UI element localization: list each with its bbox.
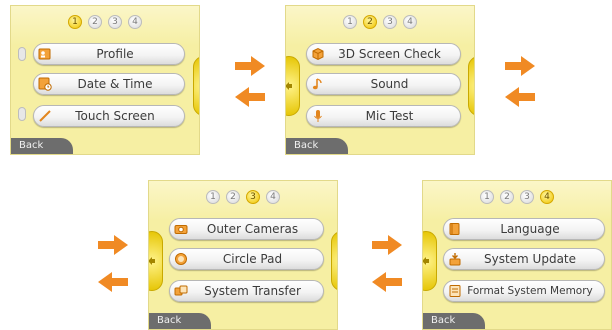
camera-icon — [174, 222, 188, 236]
back-button[interactable]: Back — [11, 138, 73, 154]
settings-screen-page-2: 1 2 3 4 3D Screen Check Sound Mic Test B… — [285, 5, 475, 155]
back-button[interactable]: Back — [286, 138, 348, 154]
profile-label: Profile — [96, 47, 134, 61]
date-time-label: Date & Time — [77, 77, 153, 91]
system-update-label: System Update — [483, 252, 577, 266]
arrow-right-icon — [505, 56, 535, 76]
sound-button[interactable]: Sound — [306, 73, 461, 95]
arrow-left-icon — [286, 82, 292, 90]
clock-icon — [38, 77, 52, 91]
page-dot-2[interactable]: 2 — [500, 190, 514, 204]
page-dot-2[interactable]: 2 — [88, 15, 102, 29]
page-dot-3[interactable]: 3 — [108, 15, 122, 29]
page-dot-1[interactable]: 1 — [343, 15, 357, 29]
circle-pad-label: Circle Pad — [222, 252, 283, 266]
settings-screen-page-1: 1 2 3 4 Profile Date & Time Touch Screen… — [10, 5, 200, 155]
sound-label: Sound — [370, 77, 409, 91]
next-page-tab[interactable] — [331, 231, 337, 291]
page-dot-3[interactable]: 3 — [246, 190, 260, 204]
mic-test-button[interactable]: Mic Test — [306, 105, 461, 127]
page-indicator: 1 2 3 4 — [11, 15, 199, 29]
music-note-icon — [311, 77, 325, 91]
previous-page-tab[interactable] — [423, 231, 437, 291]
system-transfer-button[interactable]: System Transfer — [169, 280, 324, 302]
mic-test-label: Mic Test — [365, 109, 414, 123]
format-system-memory-label: Format System Memory — [467, 285, 593, 297]
page-indicator: 1 2 3 4 — [423, 190, 611, 204]
transfer-icon — [174, 284, 188, 298]
page-dot-2[interactable]: 2 — [226, 190, 240, 204]
page-dot-1[interactable]: 1 — [68, 15, 82, 29]
page-dot-4[interactable]: 4 — [128, 15, 142, 29]
left-edge-nub — [18, 47, 26, 61]
previous-page-tab[interactable] — [286, 56, 300, 116]
touch-screen-label: Touch Screen — [75, 109, 155, 123]
arrow-left-icon — [505, 87, 535, 107]
system-update-icon — [448, 252, 462, 266]
date-time-button[interactable]: Date & Time — [33, 73, 185, 95]
format-system-memory-button[interactable]: Format System Memory — [443, 280, 605, 302]
book-icon — [448, 222, 462, 236]
page-dot-1[interactable]: 1 — [206, 190, 220, 204]
language-label: Language — [500, 222, 560, 236]
previous-page-tab[interactable] — [149, 231, 163, 291]
touch-screen-button[interactable]: Touch Screen — [33, 105, 185, 127]
arrow-left-icon — [149, 257, 155, 265]
back-button[interactable]: Back — [149, 313, 211, 329]
stylus-icon — [38, 109, 52, 123]
page-dot-3[interactable]: 3 — [520, 190, 534, 204]
page-dot-4[interactable]: 4 — [266, 190, 280, 204]
circle-pad-icon — [174, 252, 188, 266]
3d-screen-check-label: 3D Screen Check — [338, 47, 441, 61]
outer-cameras-button[interactable]: Outer Cameras — [169, 218, 324, 240]
settings-screen-page-4: 1 2 3 4 Language System Update Format Sy… — [422, 180, 612, 330]
memory-format-icon — [448, 284, 462, 298]
language-button[interactable]: Language — [443, 218, 605, 240]
page-dot-1[interactable]: 1 — [480, 190, 494, 204]
profile-card-icon — [38, 47, 52, 61]
arrow-left-icon — [423, 257, 429, 265]
arrow-right-icon — [372, 235, 402, 255]
outer-cameras-label: Outer Cameras — [206, 222, 299, 236]
next-page-tab[interactable] — [193, 56, 199, 116]
system-update-button[interactable]: System Update — [443, 248, 605, 270]
system-transfer-label: System Transfer — [204, 284, 301, 298]
arrow-left-icon — [372, 272, 402, 292]
arrow-right-icon — [235, 56, 265, 76]
circle-pad-button[interactable]: Circle Pad — [169, 248, 324, 270]
profile-button[interactable]: Profile — [33, 43, 185, 65]
page-dot-2[interactable]: 2 — [363, 15, 377, 29]
left-edge-nub — [18, 107, 26, 121]
page-dot-3[interactable]: 3 — [383, 15, 397, 29]
arrow-right-icon — [98, 235, 128, 255]
next-page-tab[interactable] — [468, 56, 474, 116]
page-dot-4[interactable]: 4 — [403, 15, 417, 29]
arrow-left-icon — [98, 272, 128, 292]
arrow-left-icon — [235, 87, 265, 107]
3d-screen-check-button[interactable]: 3D Screen Check — [306, 43, 461, 65]
microphone-icon — [311, 109, 325, 123]
3d-box-icon — [311, 47, 325, 61]
settings-screen-page-3: 1 2 3 4 Outer Cameras Circle Pad System … — [148, 180, 338, 330]
page-indicator: 1 2 3 4 — [149, 190, 337, 204]
page-indicator: 1 2 3 4 — [286, 15, 474, 29]
page-dot-4[interactable]: 4 — [540, 190, 554, 204]
back-button[interactable]: Back — [423, 313, 485, 329]
